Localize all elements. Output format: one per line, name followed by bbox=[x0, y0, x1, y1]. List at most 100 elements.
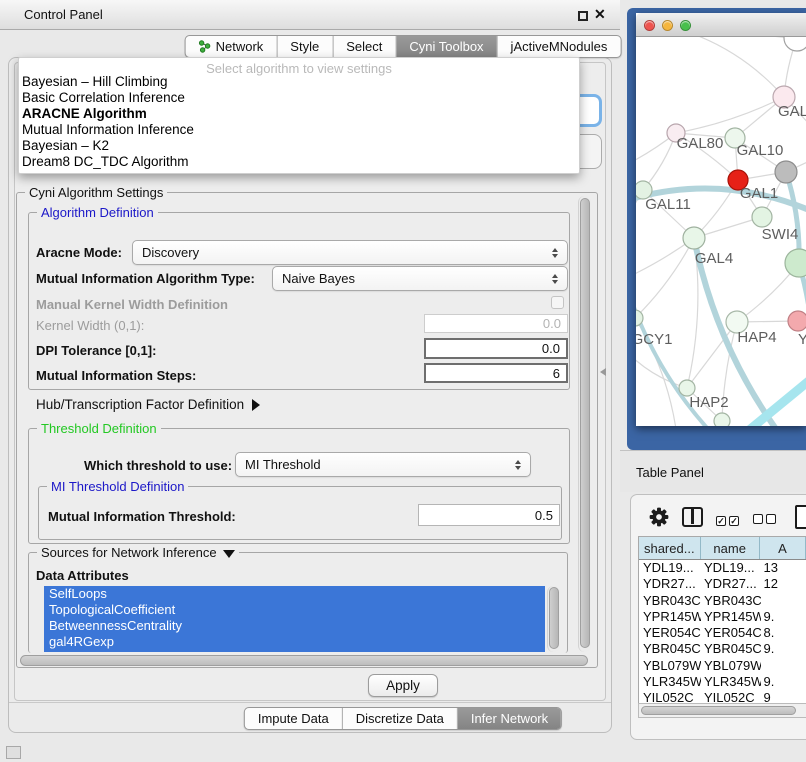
tab-infer-network[interactable]: Infer Network bbox=[457, 708, 561, 729]
network-node-label: GAL4 bbox=[695, 250, 733, 267]
mi-threshold-field[interactable]: 0.5 bbox=[418, 504, 560, 526]
table-cell: 13 bbox=[761, 560, 806, 576]
settings-vertical-scrollbar[interactable] bbox=[578, 196, 591, 652]
attribute-item[interactable]: gal4RGexp bbox=[44, 634, 545, 650]
network-node-gal4[interactable] bbox=[683, 227, 705, 249]
network-node-swi4[interactable] bbox=[752, 207, 772, 227]
threshold-definition-title: Threshold Definition bbox=[37, 421, 161, 436]
network-window-titlebar bbox=[636, 13, 806, 37]
unselect-all-columns-icon[interactable] bbox=[753, 511, 779, 529]
data-attributes-list: SelfLoopsTopologicalCoefficientBetweenne… bbox=[44, 586, 545, 652]
algorithm-option[interactable]: Basic Correlation Inference bbox=[19, 90, 579, 106]
tab-style[interactable]: Style bbox=[276, 36, 332, 57]
table-row[interactable]: YDR27...YDR27...12 bbox=[639, 576, 806, 592]
mi-steps-field[interactable]: 6 bbox=[424, 363, 568, 383]
table-row[interactable]: YIL052CYIL052C9 bbox=[639, 690, 806, 704]
manual-kernel-width-checkbox[interactable] bbox=[551, 296, 564, 309]
network-edge[interactable] bbox=[676, 97, 784, 133]
corner-widget-icon[interactable] bbox=[6, 746, 21, 759]
mi-algorithm-type-combo[interactable]: Naive Bayes bbox=[272, 266, 568, 291]
data-attributes-label: Data Attributes bbox=[36, 568, 129, 583]
hub-definition-toggle[interactable]: Hub/Transcription Factor Definition bbox=[36, 397, 260, 412]
algorithm-option[interactable]: Bayesian – Hill Climbing bbox=[19, 74, 579, 90]
network-edge[interactable] bbox=[636, 238, 694, 318]
tab-impute-data[interactable]: Impute Data bbox=[245, 708, 342, 729]
tab-network[interactable]: Network bbox=[186, 36, 277, 57]
mi-threshold-group-title: MI Threshold Definition bbox=[47, 479, 188, 494]
column-header[interactable]: A bbox=[760, 537, 806, 559]
tab-discretize-data[interactable]: Discretize Data bbox=[342, 708, 457, 729]
network-node-topn[interactable] bbox=[784, 37, 806, 51]
attributes-scrollbar[interactable] bbox=[547, 586, 560, 652]
table-row[interactable]: YBR043CYBR043C bbox=[639, 593, 806, 609]
table-row[interactable]: YLR345WYLR345W9. bbox=[639, 674, 806, 690]
dpi-tolerance-field[interactable]: 0.0 bbox=[424, 338, 568, 359]
table-cell: 8. bbox=[761, 625, 806, 641]
tab-select[interactable]: Select bbox=[332, 36, 395, 57]
attribute-item[interactable]: TopologicalCoefficient bbox=[44, 602, 545, 618]
table-cell bbox=[761, 593, 806, 609]
algorithm-option[interactable]: Bayesian – K2 bbox=[19, 138, 579, 154]
network-canvas[interactable]: GALGAL80GAL10GAL1GAL11SWI4GAL4GCY1HAP4YH… bbox=[636, 37, 806, 426]
network-node-grayn[interactable] bbox=[775, 161, 797, 183]
aracne-mode-label: Aracne Mode: bbox=[36, 245, 122, 260]
network-icon bbox=[199, 40, 211, 53]
algorithm-option[interactable]: ARACNE Algorithm bbox=[19, 106, 579, 122]
table-row[interactable]: YPR145WYPR145W9. bbox=[639, 609, 806, 625]
settings-horizontal-scrollbar[interactable] bbox=[20, 655, 588, 666]
attribute-item[interactable]: SelfLoops bbox=[44, 586, 545, 602]
network-edge[interactable] bbox=[664, 37, 784, 97]
table-horizontal-scrollbar[interactable] bbox=[638, 703, 806, 718]
attribute-item[interactable]: BetweennessCentrality bbox=[44, 618, 545, 634]
table-cell: YIL052C bbox=[639, 690, 701, 704]
zoom-traffic-light[interactable] bbox=[680, 20, 691, 31]
minimize-traffic-light[interactable] bbox=[662, 20, 673, 31]
network-node-botn[interactable] bbox=[714, 413, 730, 426]
network-node-label: GCY1 bbox=[636, 331, 672, 348]
sources-toggle[interactable]: Sources for Network Inference bbox=[37, 545, 239, 560]
table-cell: 12 bbox=[761, 576, 806, 592]
table-row[interactable]: YDL19...YDL19...13 bbox=[639, 560, 806, 576]
table-cell: YIL052C bbox=[701, 690, 760, 704]
algorithm-option[interactable]: Mutual Information Inference bbox=[19, 122, 579, 138]
table-cell: YDR27... bbox=[701, 576, 760, 592]
table-cell: 9. bbox=[761, 609, 806, 625]
table-cell: YPR145W bbox=[701, 609, 760, 625]
table-row[interactable]: YBR045CYBR045C9. bbox=[639, 641, 806, 657]
column-header[interactable]: name bbox=[701, 537, 760, 559]
gear-icon[interactable] bbox=[648, 506, 670, 533]
tab-jactivemnodules[interactable]: jActiveMNodules bbox=[497, 36, 621, 57]
close-traffic-light[interactable] bbox=[644, 20, 655, 31]
apply-button[interactable]: Apply bbox=[368, 674, 438, 697]
network-view-window: GALGAL80GAL10GAL1GAL11SWI4GAL4GCY1HAP4YH… bbox=[636, 13, 806, 426]
table-cell: YBL079W bbox=[639, 658, 701, 674]
expanded-arrow-icon bbox=[223, 550, 235, 558]
kernel-width-field[interactable]: 0.0 bbox=[424, 314, 568, 333]
network-edge[interactable] bbox=[643, 133, 676, 190]
network-node-bigr[interactable] bbox=[785, 249, 806, 277]
table-row[interactable]: YBL079WYBL079W bbox=[639, 658, 806, 674]
network-node-y[interactable] bbox=[788, 311, 806, 331]
screen: Control Panel ✕ NetworkStyleSelectCyni T… bbox=[0, 0, 806, 762]
table-row[interactable]: YER054CYER054C8. bbox=[639, 625, 806, 641]
tab-cyni-toolbox[interactable]: Cyni Toolbox bbox=[395, 36, 496, 57]
splitter-collapse-arrow[interactable] bbox=[600, 368, 606, 376]
algorithm-option-list: Bayesian – Hill ClimbingBasic Correlatio… bbox=[19, 74, 579, 170]
float-window-icon[interactable] bbox=[578, 11, 588, 21]
mi-steps-label: Mutual Information Steps: bbox=[36, 368, 196, 383]
show-columns-icon[interactable] bbox=[682, 507, 703, 527]
close-icon[interactable]: ✕ bbox=[594, 6, 606, 23]
network-node-label: HAP2 bbox=[689, 394, 728, 411]
aracne-mode-combo[interactable]: Discovery bbox=[132, 240, 568, 265]
new-table-icon[interactable] bbox=[795, 505, 806, 529]
tab-label: Cyni Toolbox bbox=[409, 39, 483, 54]
control-panel-tabs: NetworkStyleSelect Cyni Toolbox jActiveMNo… bbox=[185, 35, 622, 58]
column-header[interactable]: shared... bbox=[639, 537, 701, 559]
algorithm-option[interactable]: Dream8 DC_TDC Algorithm bbox=[19, 154, 579, 170]
table-cell: YBR043C bbox=[701, 593, 760, 609]
which-threshold-combo[interactable]: MI Threshold bbox=[235, 452, 531, 477]
network-node-label: GAL bbox=[778, 103, 806, 120]
table-panel-title: Table Panel bbox=[636, 465, 704, 480]
select-all-columns-icon[interactable]: ✓✓ bbox=[716, 511, 742, 529]
table-rows: YDL19...YDL19...13YDR27...YDR27...12YBR0… bbox=[639, 560, 806, 704]
